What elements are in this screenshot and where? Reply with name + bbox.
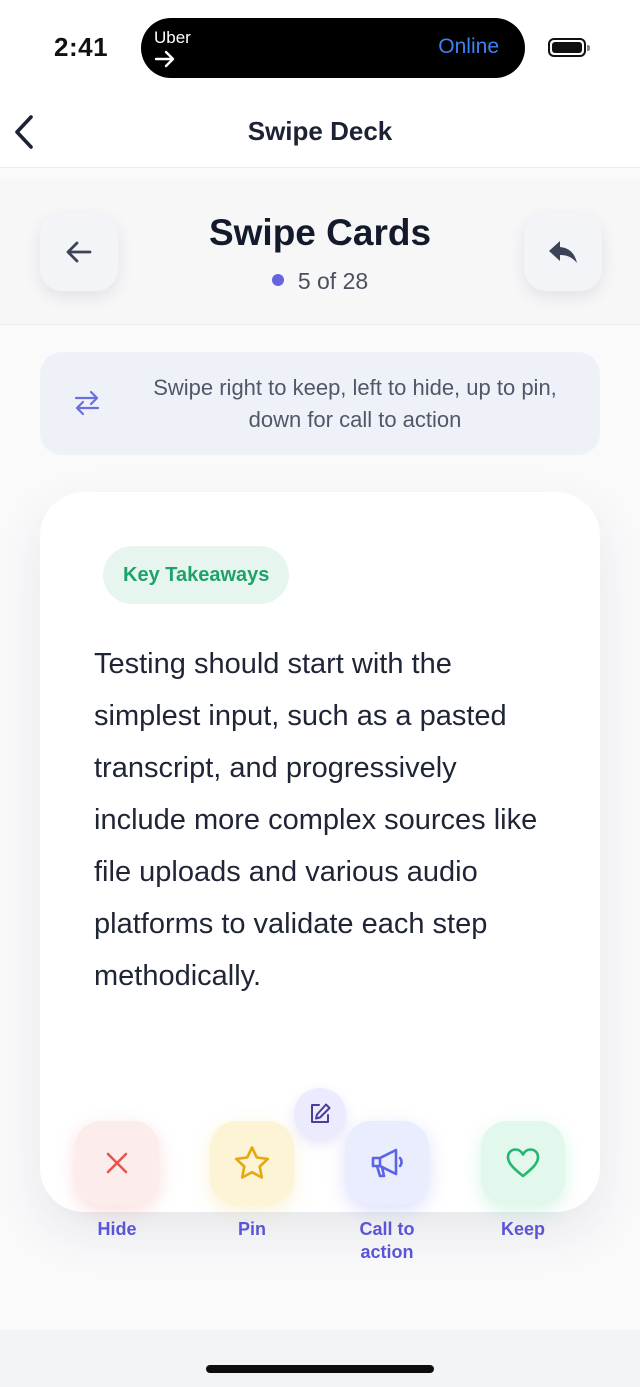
- keep-label: Keep: [500, 1219, 545, 1239]
- edit-button[interactable]: [294, 1088, 346, 1140]
- arrow-right-icon: [154, 50, 175, 68]
- hide-button[interactable]: [75, 1121, 159, 1205]
- hide-label: Hide: [97, 1219, 137, 1239]
- nav-bar: Swipe Deck: [0, 96, 640, 168]
- live-activity-status: Online: [438, 35, 499, 58]
- status-time: 2:41: [54, 32, 109, 62]
- edit-icon: [311, 1103, 331, 1123]
- star-icon: [234, 1146, 270, 1179]
- dynamic-island[interactable]: Uber Online: [141, 18, 525, 78]
- bottom-area: [0, 1330, 640, 1387]
- card-category-tag: Key Takeaways: [103, 546, 290, 604]
- progress-text: 5 of 28: [297, 268, 369, 294]
- call-to-action-button[interactable]: [345, 1121, 429, 1205]
- close-icon: [106, 1152, 128, 1174]
- card-body: Testing should start with the simplest i…: [94, 648, 538, 992]
- pin-button[interactable]: [210, 1121, 294, 1205]
- pin-label: Pin: [237, 1219, 266, 1239]
- battery-icon: [548, 38, 590, 57]
- undo-button[interactable]: [524, 213, 602, 291]
- swipe-instructions: Swipe right to keep, left to hide, up to…: [40, 352, 600, 455]
- deck-header: Swipe Cards 5 of 28: [0, 180, 640, 325]
- keep-button[interactable]: [481, 1121, 565, 1205]
- status-bar: 2:41 Uber Online: [0, 0, 640, 96]
- megaphone-icon: [371, 1148, 403, 1178]
- heart-icon: [506, 1148, 540, 1178]
- home-indicator[interactable]: [206, 1365, 434, 1373]
- live-activity-app: Uber: [154, 28, 191, 47]
- nav-title: Swipe Deck: [247, 116, 393, 146]
- call-to-action-label: Call to action: [359, 1219, 415, 1262]
- instruction-text: Swipe right to keep, left to hide, up to…: [153, 375, 557, 432]
- undo-icon: [549, 241, 577, 263]
- swap-arrows-icon: [74, 390, 100, 416]
- progress-dot: [271, 274, 284, 286]
